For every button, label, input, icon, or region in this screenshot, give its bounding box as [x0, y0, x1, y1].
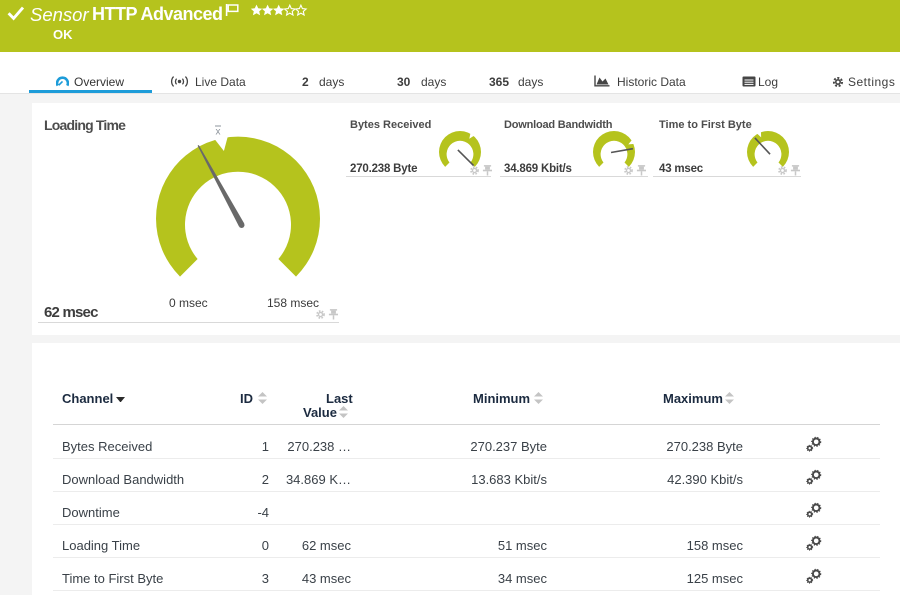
svg-text:x: x — [216, 127, 221, 138]
